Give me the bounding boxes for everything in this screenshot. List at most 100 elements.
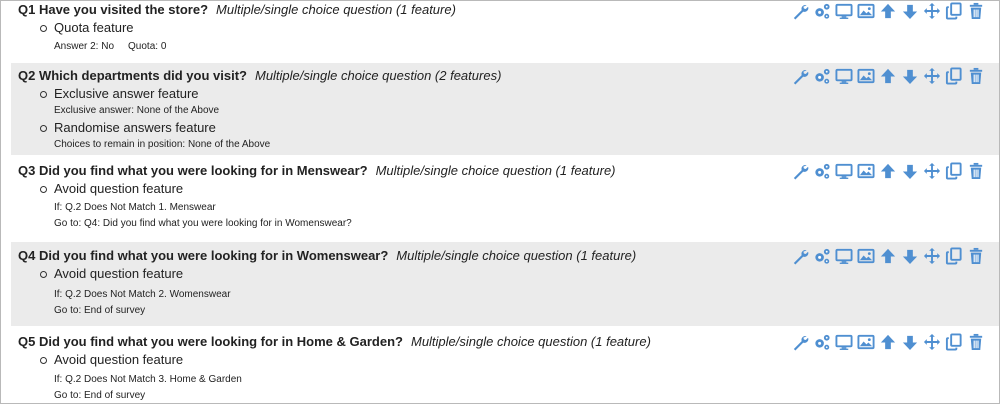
image-button[interactable]: [856, 2, 875, 20]
copy-button[interactable]: [944, 2, 963, 20]
copy-button[interactable]: [944, 162, 963, 180]
question-title: Q5 Did you find what you were looking fo…: [18, 334, 403, 349]
feature-name: Quota feature: [40, 20, 134, 35]
question-type: Multiple/single choice question (1 featu…: [216, 2, 456, 17]
move-button[interactable]: [922, 333, 941, 351]
image-button[interactable]: [856, 67, 875, 85]
arrow-up-button[interactable]: [878, 2, 897, 20]
wrench-button[interactable]: [790, 247, 809, 265]
gears-icon: [814, 248, 830, 264]
image-icon: [856, 248, 875, 264]
gears-icon: [814, 68, 830, 84]
monitor-icon: [834, 3, 853, 19]
arrow-up-button[interactable]: [878, 67, 897, 85]
move-icon: [923, 2, 940, 20]
trash-icon: [969, 67, 982, 85]
trash-button[interactable]: [966, 2, 985, 20]
arrow-down-button[interactable]: [900, 247, 919, 265]
arrow-up-button[interactable]: [878, 333, 897, 351]
arrow-up-icon: [880, 3, 895, 19]
arrow-up-button[interactable]: [878, 247, 897, 265]
monitor-icon: [834, 334, 853, 350]
image-button[interactable]: [856, 247, 875, 265]
question-type: Multiple/single choice question (2 featu…: [254, 68, 502, 83]
trash-button[interactable]: [966, 333, 985, 351]
image-icon: [856, 3, 875, 19]
image-icon: [856, 334, 875, 350]
trash-button[interactable]: [966, 247, 985, 265]
wrench-button[interactable]: [790, 333, 809, 351]
gears-button[interactable]: [812, 162, 831, 180]
move-button[interactable]: [922, 67, 941, 85]
gears-button[interactable]: [812, 67, 831, 85]
move-icon: [923, 67, 940, 85]
gears-button[interactable]: [812, 247, 831, 265]
gears-icon: [814, 163, 830, 179]
arrow-down-icon: [902, 249, 917, 265]
trash-icon: [969, 2, 982, 20]
arrow-down-icon: [902, 4, 917, 20]
feature-name: Avoid question feature: [39, 181, 184, 196]
monitor-button[interactable]: [834, 247, 853, 265]
image-button[interactable]: [856, 162, 875, 180]
feature-detail-text: Exclusive answer: None of the Above: [54, 105, 220, 116]
question-type: Multiple/single choice question (1 featu…: [375, 163, 616, 178]
arrow-down-icon: [902, 164, 917, 180]
feature-detail: If: Q.2 Does Not Match 1. Menswear: [54, 201, 216, 214]
arrow-down-button[interactable]: [900, 162, 919, 180]
feature-name: Avoid question feature: [39, 266, 184, 281]
arrow-up-icon: [880, 334, 895, 350]
trash-button[interactable]: [966, 162, 985, 180]
arrow-up-button[interactable]: [878, 162, 897, 180]
move-icon: [923, 333, 940, 351]
arrow-down-icon: [902, 335, 917, 351]
feature-name: Exclusive answer feature: [40, 86, 199, 101]
question-type: Multiple/single choice question (1 featu…: [396, 248, 637, 263]
arrow-down-button[interactable]: [900, 333, 919, 351]
monitor-icon: [834, 68, 853, 84]
trash-icon: [969, 333, 982, 351]
wrench-button[interactable]: [790, 162, 809, 180]
monitor-button[interactable]: [834, 2, 853, 20]
move-button[interactable]: [922, 247, 941, 265]
trash-icon: [969, 162, 982, 180]
question-toolbar: [790, 2, 985, 20]
arrow-down-button[interactable]: [900, 67, 919, 85]
gears-button[interactable]: [812, 2, 831, 20]
gears-button[interactable]: [812, 333, 831, 351]
wrench-button[interactable]: [790, 2, 809, 20]
question-row[interactable]: Q5 Did you find what you were looking fo…: [11, 328, 999, 403]
copy-button[interactable]: [944, 333, 963, 351]
copy-button[interactable]: [944, 247, 963, 265]
arrow-down-button[interactable]: [900, 2, 919, 20]
question-row[interactable]: Q3 Did you find what you were looking fo…: [11, 157, 999, 241]
gears-icon: [814, 3, 830, 19]
move-icon: [923, 162, 940, 180]
move-button[interactable]: [922, 162, 941, 180]
feature-detail: Go to: Q4: Did you find what you were lo…: [54, 217, 352, 230]
copy-button[interactable]: [944, 67, 963, 85]
arrow-up-icon: [880, 68, 895, 84]
trash-button[interactable]: [966, 67, 985, 85]
question-row[interactable]: Q2 Which departments did you visit? Multi…: [11, 63, 999, 155]
feature-detail: Choices to remain in position: None of t…: [54, 138, 270, 151]
feature-detail-text: Quota: 0: [128, 41, 167, 52]
move-button[interactable]: [922, 2, 941, 20]
question-title: Q3 Did you find what you were looking fo…: [18, 163, 368, 178]
monitor-button[interactable]: [834, 162, 853, 180]
feature-detail: If: Q.2 Does Not Match 2. Womenswear: [54, 288, 231, 301]
question-header: Q2 Which departments did you visit? Multi…: [18, 68, 501, 84]
question-row[interactable]: Q4 Did you find what you were looking fo…: [11, 242, 999, 326]
image-icon: [856, 163, 875, 179]
feature-detail: Answer 2: No Quota: 0: [54, 40, 166, 53]
wrench-button[interactable]: [790, 67, 809, 85]
feature-detail: Go to: End of survey: [54, 304, 145, 317]
feature-name: Avoid question feature: [39, 352, 184, 367]
monitor-button[interactable]: [834, 333, 853, 351]
wrench-icon: [793, 165, 808, 180]
monitor-button[interactable]: [834, 67, 853, 85]
question-header: Q4 Did you find what you were looking fo…: [18, 248, 636, 264]
image-button[interactable]: [856, 333, 875, 351]
feature-detail-text: Go to: Q4: Did you find what you were lo…: [54, 218, 352, 229]
question-row[interactable]: Q1 Have you visited the store? Multiple/s…: [11, 1, 999, 61]
